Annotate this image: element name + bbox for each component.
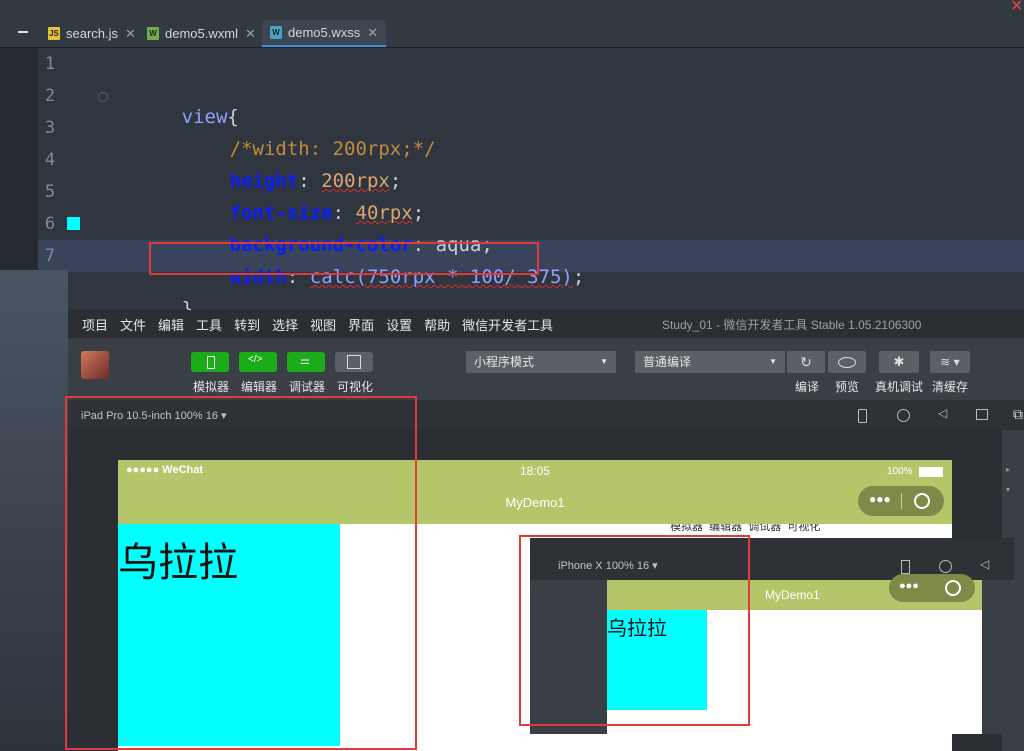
speaker-icon[interactable]: ◁ — [980, 557, 989, 571]
real-device-debug-button[interactable]: ✱ — [879, 351, 919, 373]
mode-select-value: 小程序模式 — [474, 355, 535, 369]
close-icon[interactable]: ✕ — [125, 26, 136, 42]
preview-label: 预览 — [834, 380, 859, 394]
fold-marker[interactable] — [98, 92, 108, 102]
chevron-down-icon: ▼ — [600, 357, 608, 366]
detach-icon[interactable] — [976, 409, 988, 420]
layers-icon: ≋ ▾ — [940, 355, 960, 369]
close-icon[interactable]: ✕ — [245, 26, 256, 42]
menu-capsule[interactable]: ●●● — [858, 486, 944, 516]
simulator-label: 模拟器 — [192, 380, 229, 394]
menu-item-interface[interactable]: 界面 — [348, 315, 374, 334]
wxml-file-icon: W — [147, 27, 159, 40]
wxss-file-icon: W — [270, 26, 282, 39]
preview-button[interactable] — [828, 351, 866, 373]
js-file-icon: JS — [48, 27, 60, 40]
annotation-box — [149, 242, 539, 275]
menu-item-edit[interactable]: 编辑 — [158, 315, 184, 334]
capsule-divider — [901, 493, 902, 509]
menu-item-goto[interactable]: 转到 — [234, 315, 260, 334]
battery-text: 100% — [887, 466, 913, 477]
layout-icon — [347, 355, 361, 369]
menu-item-help[interactable]: 帮助 — [424, 315, 450, 334]
simulator-button[interactable] — [191, 352, 229, 372]
clock: 18:05 — [520, 464, 551, 478]
compile-label: 编译 — [794, 380, 819, 394]
tab-search-js[interactable]: JS search.js ✕ — [48, 20, 144, 47]
menu-item-select[interactable]: 选择 — [272, 315, 298, 334]
menu-item-file[interactable]: 文件 — [120, 315, 146, 334]
chevron-down-icon: ▼ — [769, 357, 777, 366]
line-number: 6 — [44, 214, 56, 234]
compile-select[interactable]: 普通编译 ▼ — [635, 351, 785, 373]
line-number: 5 — [44, 182, 56, 202]
menu-capsule[interactable]: ●●● — [889, 574, 975, 602]
editor-tab-bar: JS search.js ✕ W demo5.wxml ✕ W demo5.wx… — [0, 0, 1024, 48]
line-number: 3 — [44, 118, 56, 138]
menu-item-settings[interactable]: 设置 — [386, 315, 412, 334]
tab-label: search.js — [66, 26, 119, 41]
menu-item-wechat-devtools[interactable]: 微信开发者工具 — [462, 315, 553, 334]
line-number: 7 — [44, 246, 56, 266]
scroll-arrows[interactable]: ▸ ▾ — [1006, 460, 1010, 500]
more-icon[interactable]: ●●● — [899, 580, 919, 592]
editor-button[interactable]: </> — [239, 352, 277, 372]
line-number: 2 — [44, 86, 56, 106]
close-brace: } — [181, 298, 194, 310]
line-number: 4 — [44, 150, 56, 170]
eye-icon — [838, 356, 856, 368]
annotation-box — [519, 535, 750, 726]
mode-select[interactable]: 小程序模式 ▼ — [466, 351, 616, 373]
activity-bar — [0, 0, 38, 47]
menu-item-project[interactable]: 项目 — [82, 315, 108, 334]
clear-cache-label: 清缓存 — [931, 380, 968, 394]
refresh-icon: ↻ — [800, 353, 812, 370]
clipped-toolbar-labels: 模拟器 编辑器 调试器 可视化 — [670, 524, 821, 533]
color-swatch — [67, 217, 80, 230]
visual-label: 可视化 — [336, 380, 373, 394]
compile-select-value: 普通编译 — [643, 355, 692, 369]
close-mini-program-icon[interactable] — [914, 493, 930, 509]
close-mini-program-icon[interactable] — [945, 580, 961, 596]
bug-icon: ✱ — [893, 354, 905, 369]
battery-icon — [919, 467, 943, 477]
phone-icon — [207, 356, 215, 369]
tab-label: demo5.wxss — [288, 25, 361, 40]
code-icon: </> — [248, 354, 263, 365]
semicolon: ; — [572, 266, 585, 288]
copy-icon[interactable]: ⧉ — [1013, 406, 1023, 423]
speaker-icon[interactable]: ◁ — [938, 406, 947, 420]
real-device-debug-label: 真机调试 — [874, 380, 923, 394]
annotation-box — [65, 396, 417, 750]
window-close-icon[interactable]: ✕ — [1010, 0, 1023, 16]
code-editor[interactable]: JS search.js ✕ W demo5.wxml ✕ W demo5.wx… — [0, 0, 1024, 310]
phone-icon[interactable] — [858, 409, 867, 423]
record-icon[interactable] — [939, 560, 952, 573]
menu-bar: 项目 文件 编辑 工具 转到 选择 视图 界面 设置 帮助 微信开发者工具 St… — [68, 310, 1024, 338]
menu-item-view[interactable]: 视图 — [310, 315, 336, 334]
tab-demo5-wxss[interactable]: W demo5.wxss ✕ — [262, 20, 387, 47]
editor-label: 编辑器 — [240, 380, 277, 394]
clear-cache-button[interactable]: ≋ ▾ — [930, 351, 970, 373]
background-photo — [0, 270, 68, 751]
more-icon[interactable]: ●●● — [869, 492, 891, 506]
debugger-button[interactable]: ⚌ — [287, 352, 325, 372]
record-icon[interactable] — [897, 409, 910, 422]
tab-label: demo5.wxml — [165, 26, 238, 41]
tab-demo5-wxml[interactable]: W demo5.wxml ✕ — [147, 20, 264, 47]
menu-item-tools[interactable]: 工具 — [196, 315, 222, 334]
close-icon[interactable]: ✕ — [367, 25, 378, 41]
nav-title: MyDemo1 — [765, 588, 820, 602]
window-title: Study_01 - 微信开发者工具 Stable 1.05.2106300 — [662, 318, 922, 332]
sliders-icon: ⚌ — [300, 355, 310, 367]
line-number: 1 — [44, 54, 56, 74]
phone-icon[interactable] — [901, 560, 910, 574]
debugger-label: 调试器 — [288, 380, 325, 394]
refresh-button[interactable]: ↻ — [787, 351, 825, 373]
visual-button[interactable] — [335, 352, 373, 372]
toolbar: </> ⚌ 模拟器 编辑器 调试器 可视化 小程序模式 ▼ 普通编译 ▼ ↻ ✱ ≋… — [68, 338, 1024, 400]
avatar[interactable] — [81, 351, 109, 379]
